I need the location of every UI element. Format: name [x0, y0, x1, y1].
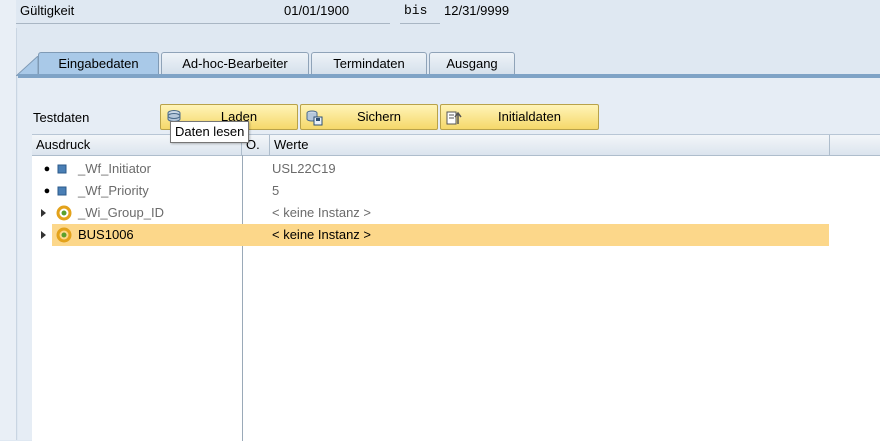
expand-triangle-icon[interactable] [41, 209, 46, 217]
object-ring-icon [56, 205, 72, 221]
expand-triangle-icon[interactable] [41, 231, 46, 239]
tab-eingabedaten[interactable]: Eingabedaten [38, 52, 159, 76]
selection-highlight [52, 224, 829, 246]
row-name: _Wf_Priority [78, 183, 149, 198]
tab-termindaten[interactable]: Termindaten [311, 52, 427, 74]
column-werte[interactable]: Werte [270, 135, 830, 155]
valid-from-field[interactable]: 01/01/1900 [280, 0, 390, 24]
row-value: < keine Instanz > [272, 205, 372, 220]
tree-row-wf-priority[interactable]: ● _Wf_Priority 5 [32, 180, 880, 202]
row-name: BUS1006 [78, 227, 134, 242]
tree-header: Ausdruck O. Werte [32, 135, 880, 156]
bullet-icon: ● [43, 185, 51, 197]
tree-row-bus1006[interactable]: BUS1006 < keine Instanz > [32, 224, 880, 246]
validity-label: Gültigkeit [16, 0, 280, 24]
initial-data-label: Initialdaten [498, 109, 561, 124]
row-value: < keine Instanz > [272, 227, 372, 242]
initial-data-icon [446, 111, 462, 125]
bis-label: bis [400, 0, 440, 24]
validity-bar: Gültigkeit 01/01/1900 bis 12/31/9999 [16, 0, 880, 28]
left-strip [0, 0, 17, 440]
valid-to-field[interactable]: 12/31/9999 [440, 0, 560, 24]
save-label: Sichern [356, 109, 402, 124]
tree-row-wf-initiator[interactable]: ● _Wf_Initiator USL22C19 [32, 158, 880, 180]
tree-row-wi-group-id[interactable]: _Wi_Group_ID < keine Instanz > [32, 202, 880, 224]
column-filler [830, 135, 880, 155]
tab-strip: Eingabedaten Ad-hoc-Bearbeiter Termindat… [16, 52, 880, 76]
save-disk-icon [306, 110, 323, 126]
row-value: USL22C19 [272, 161, 336, 176]
square-element-icon [57, 186, 67, 196]
tab-ad-hoc-bearbeiter[interactable]: Ad-hoc-Bearbeiter [161, 52, 309, 74]
save-button[interactable]: Sichern [300, 104, 438, 130]
bullet-icon: ● [43, 163, 51, 175]
tab-ausgang[interactable]: Ausgang [429, 52, 515, 74]
row-name: _Wf_Initiator [78, 161, 151, 176]
data-tree: Ausdruck O. Werte ● _Wf_Initiator USL22C… [32, 134, 880, 441]
row-name: _Wi_Group_ID [78, 205, 164, 220]
load-tooltip: Daten lesen [170, 121, 250, 143]
object-ring-icon [56, 227, 72, 243]
row-value: 5 [272, 183, 280, 198]
initial-data-button[interactable]: Initialdaten [440, 104, 599, 130]
testdata-label: Testdaten [33, 110, 90, 125]
square-element-icon [57, 164, 67, 174]
